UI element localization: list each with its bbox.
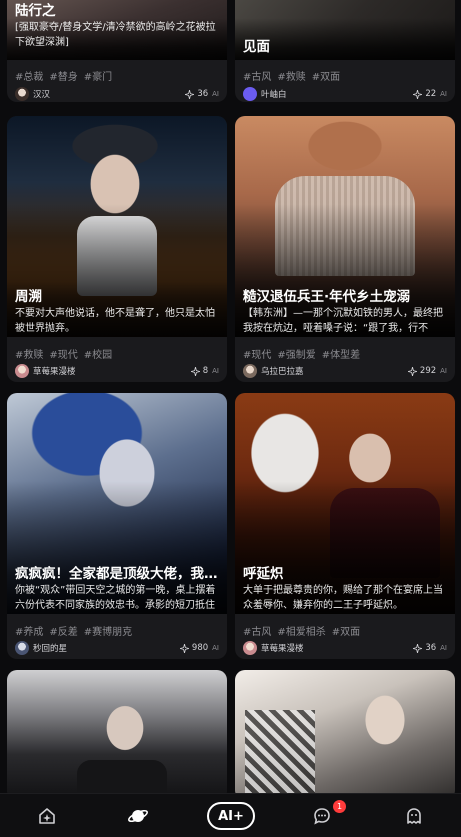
- author-avatar[interactable]: [15, 364, 29, 378]
- card-cover-image: 疯疯疯！全家都是顶级大佬，我… 你被“观众”带回天空之城的第一晚，桌上摆着六份代…: [7, 393, 227, 614]
- sparkle-icon: [179, 643, 189, 653]
- card-cover-image: 周溯 不要对大声他说话，他不是聋了，他只是太怕被世界抛弃。: [7, 116, 227, 337]
- ghost-icon: [407, 808, 421, 824]
- tag[interactable]: #反差: [49, 627, 77, 638]
- character-card[interactable]: 糙汉退伍兵王·年代乡土宠溺 【韩东洲】—一那个沉默如铁的男人，最终把我按在炕边，…: [235, 116, 455, 382]
- card-cover-image: 见面: [235, 0, 455, 60]
- sparkle-icon: [190, 366, 200, 376]
- chat-icon: [314, 808, 330, 825]
- card-title: 呼延炽: [243, 566, 284, 582]
- card-footer: 汉汉 36 AI: [15, 86, 219, 102]
- tag[interactable]: #双面: [332, 627, 360, 638]
- chat-count: 36: [185, 89, 208, 99]
- tag[interactable]: #救赎: [15, 350, 43, 361]
- card-tags: #古风 #相爱相杀 #双面: [243, 623, 366, 638]
- chat-count: 8: [190, 366, 208, 376]
- ai-label: AI: [212, 644, 219, 652]
- ai-create-button[interactable]: AI+: [207, 802, 255, 830]
- tag[interactable]: #现代: [49, 350, 77, 361]
- card-description: 【韩东洲】—一那个沉默如铁的男人，最终把我按在炕边，哑着嗓子说：“跟了我，行不行…: [243, 308, 443, 334]
- author-name[interactable]: 秒回的星: [33, 642, 180, 654]
- author-name[interactable]: 乌拉巴拉嘉: [261, 365, 408, 377]
- tag[interactable]: #豪门: [84, 72, 112, 83]
- card-cover-image: 呼延炽 大单于把最尊贵的你，赐给了那个在宴席上当众羞辱你、嫌弃你的二王子呼延炽。: [235, 393, 455, 614]
- author-avatar[interactable]: [243, 364, 257, 378]
- card-cover-image: 陆行之 [强取豪夺/替身文学/清冷禁欲的高岭之花被拉下欲望深渊]: [7, 0, 227, 60]
- card-tags: #古风 #救赎 #双面: [243, 68, 346, 83]
- card-title: 糙汉退伍兵王·年代乡土宠溺: [243, 289, 411, 305]
- chat-count: 292: [407, 366, 436, 376]
- bottom-nav: AI+: [0, 793, 461, 837]
- sparkle-icon: [413, 643, 423, 653]
- author-avatar[interactable]: [15, 87, 29, 101]
- tag[interactable]: #双面: [312, 72, 340, 83]
- chat-count: 36: [413, 643, 436, 653]
- tag[interactable]: #相爱相杀: [277, 627, 325, 638]
- tag[interactable]: #替身: [49, 72, 77, 83]
- character-card[interactable]: 陆行之 [强取豪夺/替身文学/清冷禁欲的高岭之花被拉下欲望深渊] #总裁 #替身 #…: [7, 0, 227, 102]
- author-name[interactable]: 汉汉: [33, 88, 185, 100]
- planet-icon: [128, 809, 148, 823]
- chat-count: 980: [179, 643, 208, 653]
- ai-label: AI: [212, 367, 219, 375]
- tag[interactable]: #古风: [243, 627, 271, 638]
- card-cover-image: [235, 670, 455, 793]
- tag[interactable]: #体型差: [322, 350, 360, 361]
- author-avatar[interactable]: [243, 641, 257, 655]
- tag[interactable]: #赛博朋克: [84, 627, 132, 638]
- card-title: 见面: [243, 39, 270, 55]
- tag[interactable]: #救赎: [277, 72, 305, 83]
- card-description: 大单于把最尊贵的你，赐给了那个在宴席上当众羞辱你、嫌弃你的二王子呼延炽。: [243, 585, 443, 611]
- nav-messages[interactable]: [310, 804, 334, 828]
- character-card[interactable]: 疯疯疯！全家都是顶级大佬，我… 你被“观众”带回天空之城的第一晚，桌上摆着六份代…: [7, 393, 227, 659]
- tag[interactable]: #现代: [243, 350, 271, 361]
- nav-profile[interactable]: [402, 804, 426, 828]
- card-footer: 秒回的星 980 AI: [15, 640, 219, 656]
- author-name[interactable]: 叶岫白: [261, 88, 413, 100]
- tag[interactable]: #强制爱: [277, 350, 315, 361]
- tag[interactable]: #古风: [243, 72, 271, 83]
- sparkle-icon: [407, 366, 417, 376]
- card-title: 疯疯疯！全家都是顶级大佬，我…: [15, 566, 218, 582]
- nav-home[interactable]: [35, 804, 59, 828]
- card-cover-image: 糙汉退伍兵王·年代乡土宠溺 【韩东洲】—一那个沉默如铁的男人，最终把我按在炕边，…: [235, 116, 455, 337]
- card-description: [强取豪夺/替身文学/清冷禁欲的高岭之花被拉下欲望深渊]: [15, 22, 216, 48]
- character-card[interactable]: [7, 670, 227, 793]
- ai-label: AI: [440, 644, 447, 652]
- ai-label: AI: [440, 367, 447, 375]
- card-footer: 草莓果漫楼 36 AI: [243, 640, 447, 656]
- card-tags: #现代 #强制爱 #体型差: [243, 346, 366, 361]
- character-card[interactable]: 见面 #古风 #救赎 #双面 叶岫白 22 AI: [235, 0, 455, 102]
- ai-label: AI: [212, 90, 219, 98]
- card-tags: #养成 #反差 #赛博朋克: [15, 623, 138, 638]
- author-avatar[interactable]: [243, 87, 257, 101]
- sparkle-icon: [185, 89, 195, 99]
- nav-discover[interactable]: [126, 804, 150, 828]
- card-cover-image: [7, 670, 227, 793]
- tag[interactable]: #总裁: [15, 72, 43, 83]
- card-title: 陆行之: [15, 3, 56, 19]
- message-badge: 1: [333, 800, 346, 813]
- author-name[interactable]: 草莓果漫楼: [261, 642, 413, 654]
- chat-count: 22: [413, 89, 436, 99]
- sparkle-icon: [413, 89, 423, 99]
- card-footer: 叶岫白 22 AI: [243, 86, 447, 102]
- author-name[interactable]: 草莓果漫楼: [33, 365, 191, 377]
- card-tags: #救赎 #现代 #校园: [15, 346, 118, 361]
- card-description: 不要对大声他说话，他不是聋了，他只是太怕被世界抛弃。: [15, 308, 215, 334]
- tag[interactable]: #校园: [84, 350, 112, 361]
- card-title: 周溯: [15, 289, 42, 305]
- character-card[interactable]: [235, 670, 455, 793]
- card-footer: 草莓果漫楼 8 AI: [15, 363, 219, 379]
- ai-label: AI: [440, 90, 447, 98]
- tag[interactable]: #养成: [15, 627, 43, 638]
- character-card[interactable]: 呼延炽 大单于把最尊贵的你，赐给了那个在宴席上当众羞辱你、嫌弃你的二王子呼延炽。…: [235, 393, 455, 659]
- author-avatar[interactable]: [15, 641, 29, 655]
- card-footer: 乌拉巴拉嘉 292 AI: [243, 363, 447, 379]
- card-tags: #总裁 #替身 #豪门: [15, 68, 118, 83]
- character-card[interactable]: 周溯 不要对大声他说话，他不是聋了，他只是太怕被世界抛弃。 #救赎 #现代 #校园 …: [7, 116, 227, 382]
- feed: 陆行之 [强取豪夺/替身文学/清冷禁欲的高岭之花被拉下欲望深渊] #总裁 #替身 #…: [0, 0, 461, 793]
- card-description: 你被“观众”带回天空之城的第一晚，桌上摆着六份代表不同家族的效忠书。承影的短刀抵…: [15, 585, 216, 611]
- home-icon: [39, 808, 55, 824]
